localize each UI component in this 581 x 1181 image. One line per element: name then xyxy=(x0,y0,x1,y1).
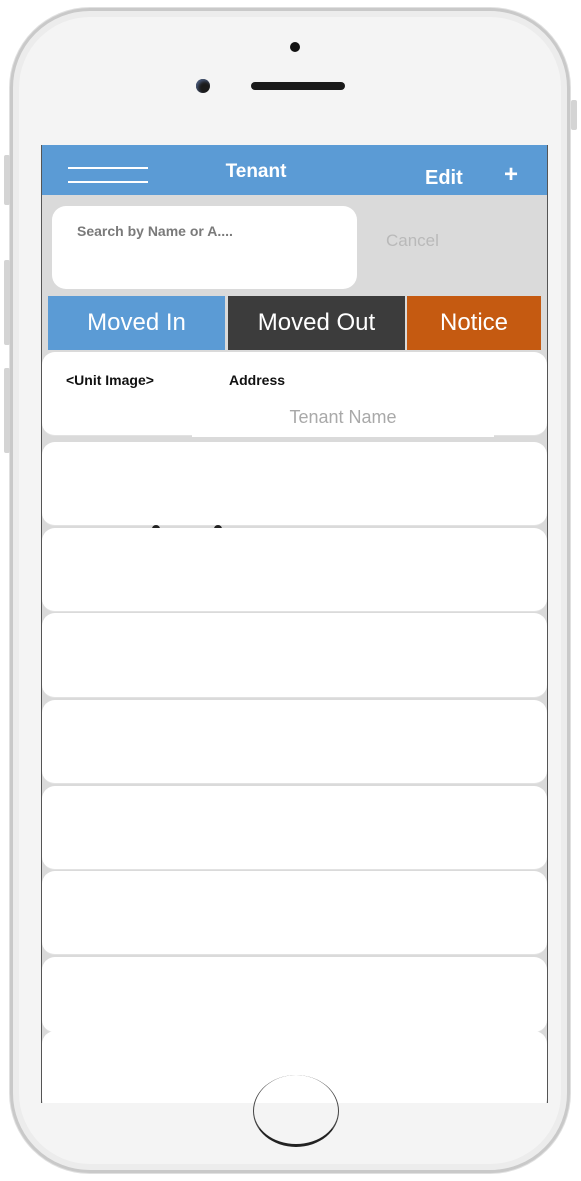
earpiece-speaker xyxy=(251,82,345,90)
side-button-volume-up xyxy=(4,260,10,345)
side-button-volume-down xyxy=(4,368,10,453)
tenant-row[interactable] xyxy=(42,700,547,784)
tenant-row[interactable] xyxy=(42,957,547,1033)
tab-notice[interactable]: Notice xyxy=(407,296,541,350)
edit-button[interactable]: Edit xyxy=(425,167,463,190)
tenant-name-label: Tenant Name xyxy=(192,397,494,437)
tab-notice-label: Notice xyxy=(439,309,509,336)
cancel-button[interactable]: Cancel xyxy=(386,231,439,251)
search-input[interactable]: Search by Name or A.... xyxy=(52,206,357,289)
address-label: Address xyxy=(229,372,286,388)
add-tenant-button[interactable]: + xyxy=(504,161,518,189)
app-screen: Tenant Edit + Search by Name or A.... Ca… xyxy=(41,145,548,1103)
nav-bar: Tenant Edit + xyxy=(42,145,547,195)
front-camera-icon xyxy=(196,79,210,93)
tab-moved-in-label: Moved In xyxy=(87,309,186,336)
hamburger-menu-icon[interactable] xyxy=(68,167,148,185)
side-button-mute xyxy=(4,155,10,205)
tenant-row[interactable] xyxy=(42,871,547,955)
tenant-row[interactable] xyxy=(42,613,547,698)
search-placeholder: Search by Name or A.... xyxy=(77,223,233,239)
tenant-row[interactable] xyxy=(42,442,547,526)
home-button[interactable] xyxy=(253,1075,339,1147)
tenant-row[interactable] xyxy=(42,786,547,870)
page-title: Tenant xyxy=(225,161,287,182)
side-button-power xyxy=(571,100,577,130)
tab-moved-out[interactable]: Moved Out xyxy=(228,296,405,350)
unit-image-placeholder: <Unit Image> xyxy=(66,372,154,388)
tab-moved-out-label: Moved Out xyxy=(257,309,376,336)
tenant-row[interactable] xyxy=(42,528,547,612)
tab-moved-in[interactable]: Moved In xyxy=(48,296,225,350)
front-sensor-icon xyxy=(290,42,300,52)
